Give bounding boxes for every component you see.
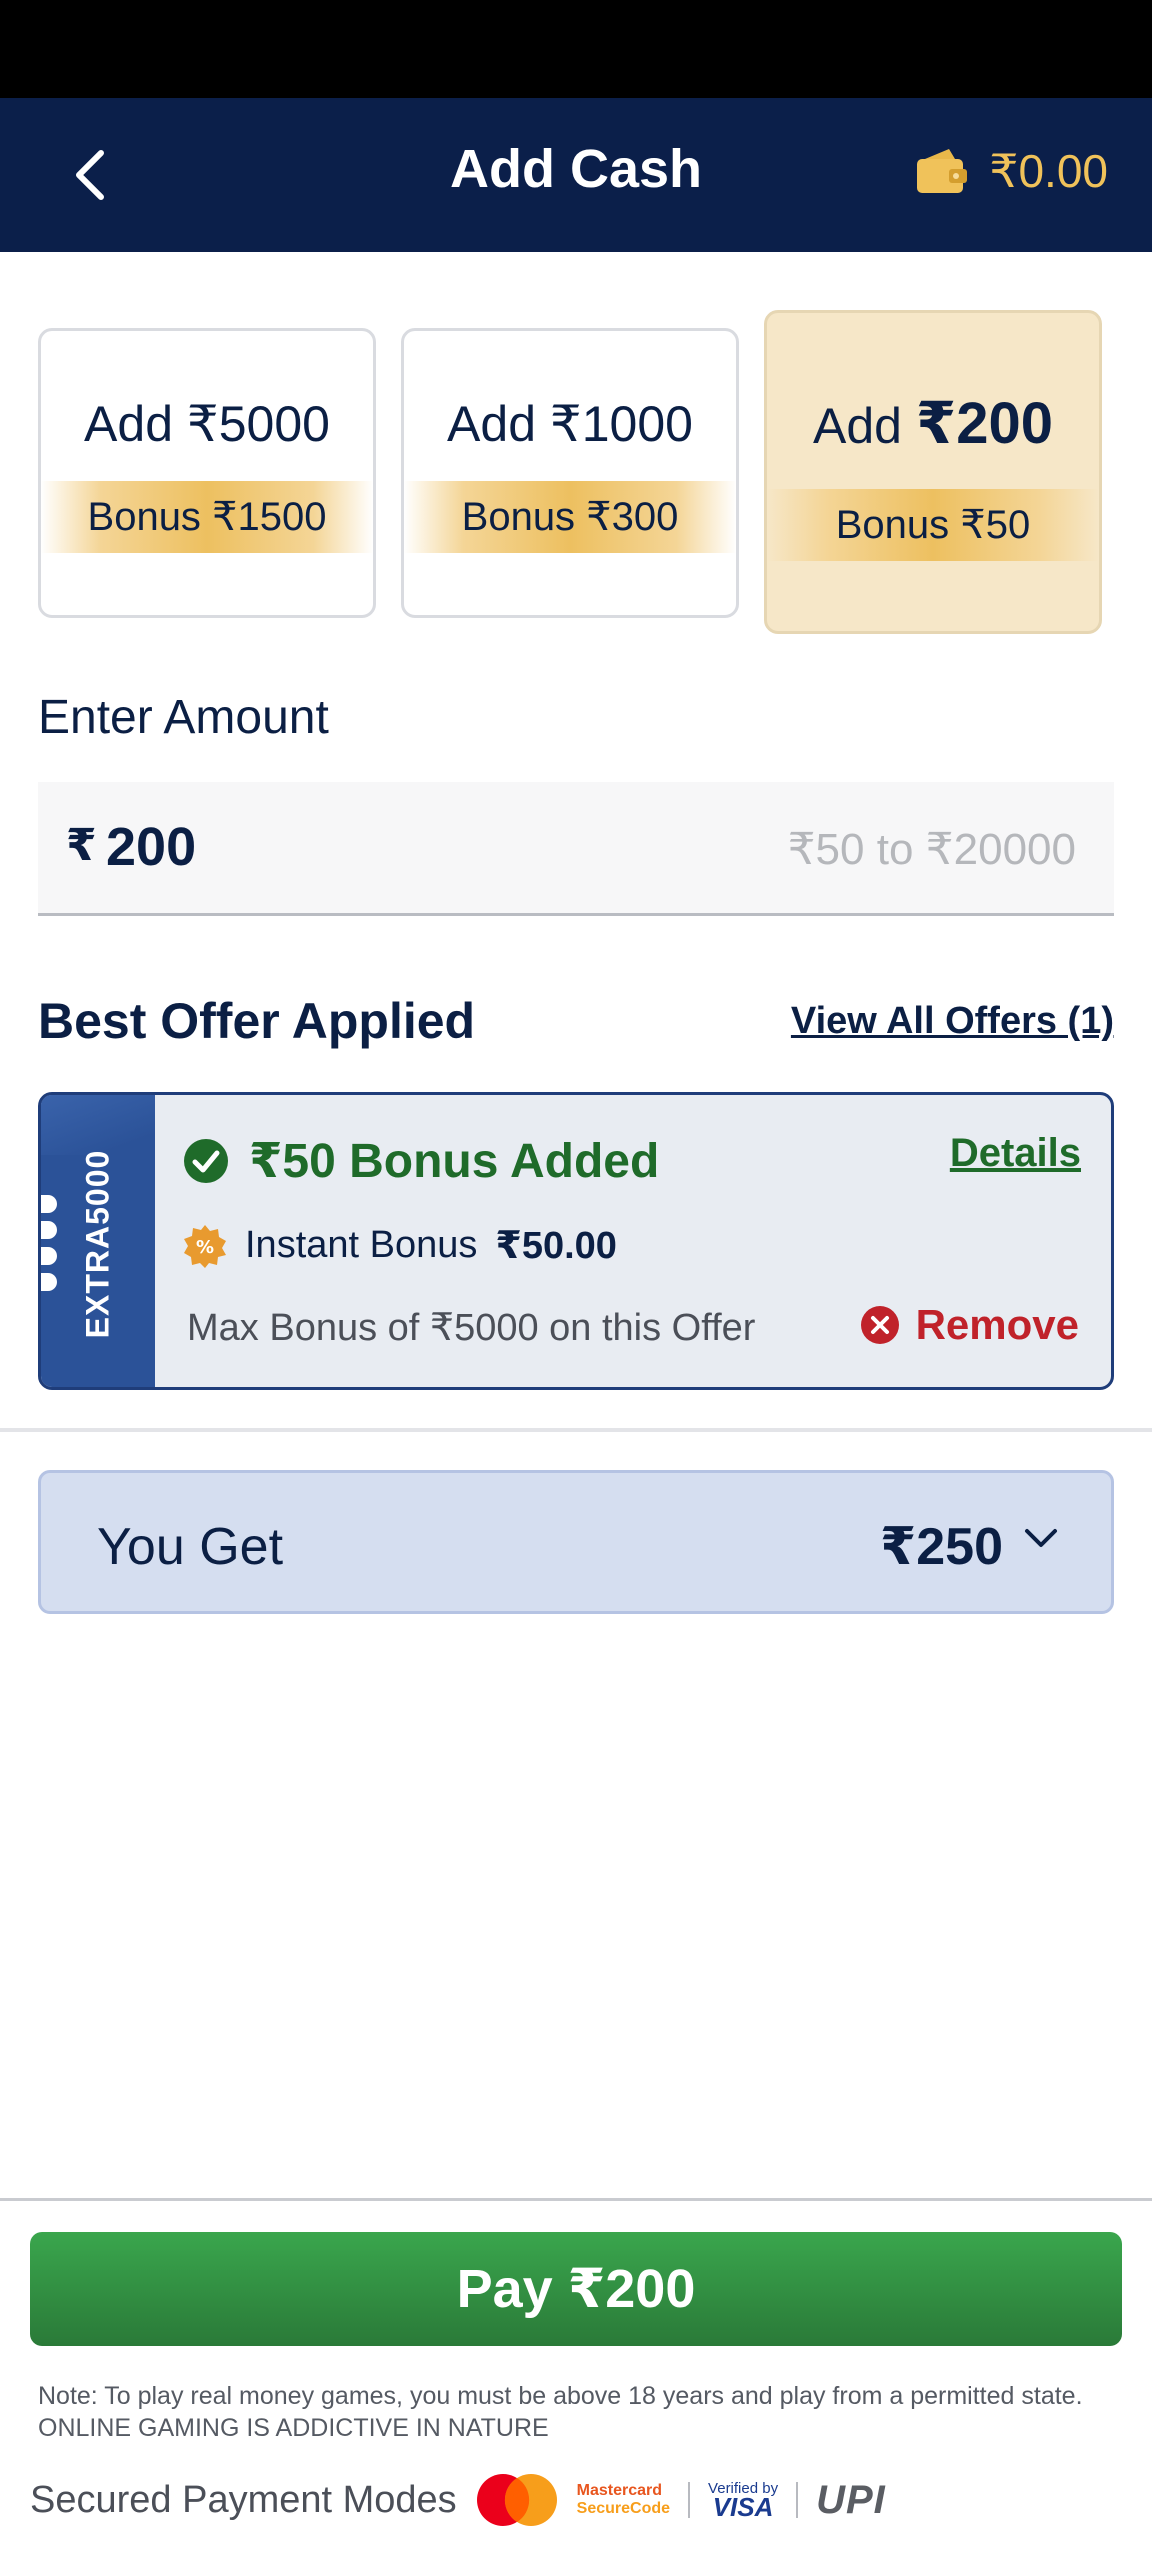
mastercard-logo-icon <box>476 2474 557 2526</box>
card-add-prefix: Add <box>84 396 187 452</box>
verified-by-visa-logo: Verified by VISA <box>708 2480 778 2521</box>
upi-logo: UPI <box>816 2477 886 2522</box>
quick-amount-cards: Add ₹5000 Bonus ₹1500 Add ₹1000 Bonus ₹3… <box>38 310 1102 640</box>
amount-card-1000[interactable]: Add ₹1000 Bonus ₹300 <box>401 328 739 618</box>
wallet-icon <box>917 149 968 193</box>
amount-value: 200 <box>106 817 197 877</box>
you-get-value: ₹250 <box>880 1518 1003 1576</box>
coupon-notch <box>41 1221 57 1239</box>
legal-note: Note: To play real money games, you must… <box>38 2380 1128 2444</box>
card-bonus-ribbon: Bonus ₹1500 <box>41 481 373 553</box>
view-all-offers-link[interactable]: View All Offers (1) <box>791 1000 1114 1043</box>
offer-heading: Best Offer Applied <box>38 993 476 1049</box>
mastercard-line1: Mastercard <box>576 2482 663 2499</box>
card-bonus-ribbon: Bonus ₹50 <box>767 489 1099 561</box>
chevron-down-icon <box>1025 1529 1057 1547</box>
status-bar <box>0 0 1152 98</box>
amount-card-200[interactable]: Add ₹200 Bonus ₹50 <box>764 310 1102 634</box>
instant-bonus-value: ₹50.00 <box>495 1225 617 1267</box>
check-circle-icon <box>184 1139 228 1183</box>
legal-note-line1: Note: To play real money games, you must… <box>38 2382 1083 2410</box>
card-amount: ₹1000 <box>549 396 693 452</box>
app-header: Add Cash ₹0.00 <box>0 98 1152 252</box>
card-add-label: Add ₹1000 <box>404 395 736 453</box>
footer-divider <box>0 2198 1152 2201</box>
remove-offer-button[interactable]: Remove <box>860 1301 1079 1349</box>
coupon-strip: EXTRA5000 <box>41 1095 155 1387</box>
you-get-label: You Get <box>97 1518 284 1576</box>
visa-line2: VISA <box>712 2491 774 2522</box>
you-get-summary[interactable]: You Get ₹250 <box>38 1470 1114 1614</box>
discount-badge-icon: % <box>184 1224 226 1268</box>
card-add-label: Add ₹200 <box>767 389 1099 457</box>
instant-bonus-row: % Instant Bonus ₹50.00 <box>183 1223 617 1268</box>
offer-details-link[interactable]: Details <box>950 1131 1081 1176</box>
currency-symbol: ₹ <box>66 821 97 870</box>
mastercard-line2: SecureCode <box>576 2500 671 2517</box>
secured-payment-label: Secured Payment Modes <box>30 2478 457 2521</box>
legal-note-line2: ONLINE GAMING IS ADDICTIVE IN NATURE <box>38 2414 549 2442</box>
instant-bonus-label: Instant Bonus <box>245 1224 478 1266</box>
coupon-code: EXTRA5000 <box>79 1149 116 1339</box>
card-amount: ₹5000 <box>186 396 330 452</box>
close-circle-icon <box>860 1306 899 1344</box>
enter-amount-label: Enter Amount <box>38 691 329 744</box>
pay-button[interactable]: Pay ₹200 <box>30 2232 1122 2346</box>
svg-text:%: % <box>196 1237 214 1258</box>
amount-range-hint: ₹50 to ₹20000 <box>787 825 1076 874</box>
card-add-prefix: Add <box>447 396 550 452</box>
bonus-added-text: ₹50 Bonus Added <box>249 1135 660 1188</box>
card-add-prefix: Add <box>813 398 916 454</box>
secured-payment-modes: Secured Payment Modes Mastercard SecureC… <box>30 2472 886 2528</box>
coupon-notch <box>41 1195 57 1213</box>
amount-input[interactable]: ₹ 200 ₹50 to ₹20000 <box>38 782 1114 916</box>
coupon-notch <box>41 1273 57 1291</box>
section-divider <box>0 1428 1152 1432</box>
mastercard-securecode-logo: Mastercard SecureCode <box>577 2482 670 2518</box>
logo-separator <box>796 2482 799 2518</box>
card-amount: ₹200 <box>915 391 1053 456</box>
card-bonus-ribbon: Bonus ₹300 <box>404 481 736 553</box>
amount-card-5000[interactable]: Add ₹5000 Bonus ₹1500 <box>38 328 376 618</box>
coupon-notch <box>41 1247 57 1265</box>
max-bonus-text: Max Bonus of ₹5000 on this Offer <box>187 1307 756 1349</box>
wallet[interactable]: ₹0.00 <box>915 144 1108 198</box>
card-add-label: Add ₹5000 <box>41 395 373 453</box>
remove-label: Remove <box>915 1301 1079 1348</box>
logo-separator <box>688 2482 691 2518</box>
wallet-balance: ₹0.00 <box>989 145 1108 197</box>
applied-offer-card: EXTRA5000 ₹50 Bonus Added Details % Inst… <box>38 1092 1114 1390</box>
bonus-added-row: ₹50 Bonus Added <box>183 1133 659 1189</box>
